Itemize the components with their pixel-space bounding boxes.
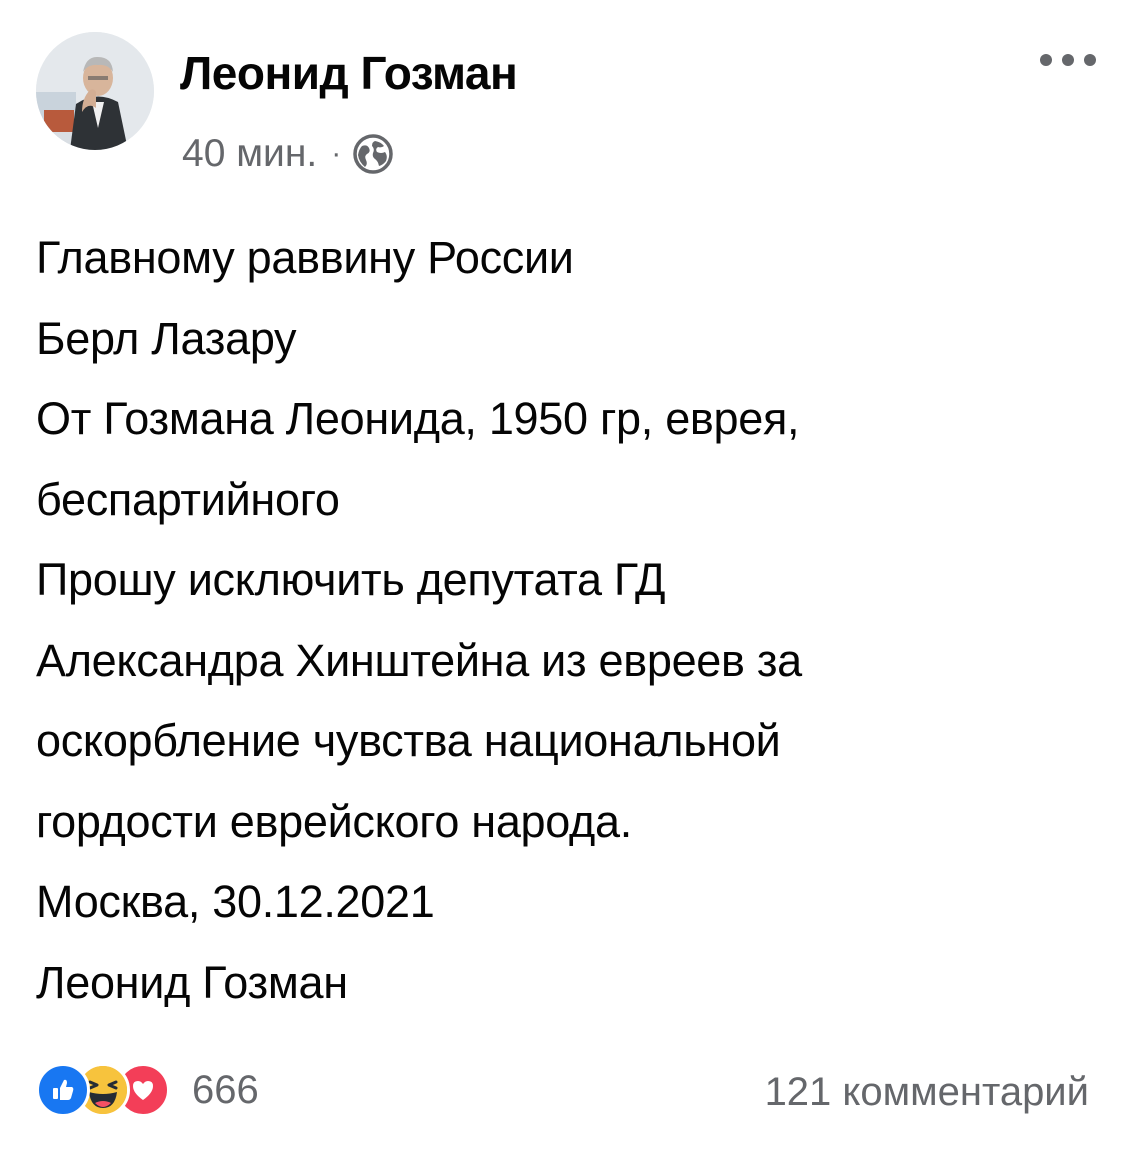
post-meta: 40 мин. · <box>182 128 395 180</box>
post-body: Главному раввину России Берл Лазару От Г… <box>36 218 1096 1023</box>
post-line: Леонид Гозман <box>36 956 348 1008</box>
reaction-count: 666 <box>192 1067 259 1112</box>
more-dot <box>1084 54 1096 66</box>
facebook-post: Леонид Гозман 40 мин. · Главному раввину… <box>0 0 1125 1150</box>
post-line: Москва, 30.12.2021 <box>36 876 435 927</box>
post-line: оскорбление чувства национальной <box>36 715 781 766</box>
post-line: беспартийного <box>36 473 340 525</box>
post-line: Прошу исключить депутата ГД <box>36 554 666 605</box>
avatar[interactable] <box>36 32 154 150</box>
author-name[interactable]: Леонид Гозман <box>180 46 518 100</box>
more-dot <box>1040 54 1052 66</box>
like-icon <box>36 1063 90 1117</box>
more-dot <box>1062 54 1074 66</box>
post-line: Главному раввину России <box>36 232 574 283</box>
post-line: Александра Хинштейна из евреев за <box>36 634 802 686</box>
post-time[interactable]: 40 мин. <box>182 132 317 176</box>
meta-separator: · <box>331 137 342 170</box>
globe-icon[interactable] <box>351 132 395 176</box>
avatar-photo <box>36 32 154 150</box>
post-line: От Гозмана Леонида, 1950 гр, еврея, <box>36 393 800 444</box>
reactions-summary[interactable]: 666 <box>36 1060 259 1120</box>
post-line: Берл Лазару <box>36 312 297 364</box>
post-line: гордости еврейского народа. <box>36 795 632 847</box>
more-options-button[interactable] <box>1040 44 1096 76</box>
comments-count[interactable]: 121 комментарий <box>765 1062 1089 1122</box>
